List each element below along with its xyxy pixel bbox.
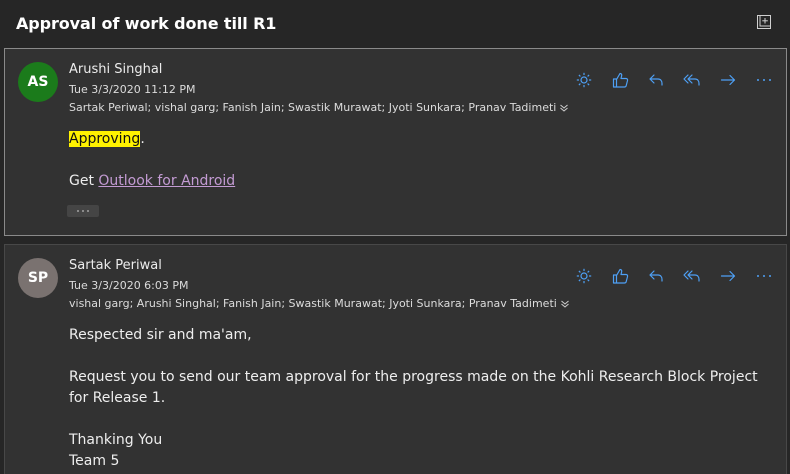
like-icon[interactable] [602, 265, 638, 287]
recipients-list[interactable]: Sartak Periwal; vishal garg; Fanish Jain… [69, 101, 569, 114]
like-icon[interactable] [602, 69, 638, 91]
chevron-down-icon[interactable] [560, 299, 570, 309]
body-punctuation: . [140, 131, 145, 147]
outlook-android-link[interactable]: Outlook for Android [98, 173, 235, 189]
message-body: Respected sir and ma'am, Request you to … [69, 325, 759, 472]
more-icon[interactable] [746, 265, 782, 287]
message-actions [566, 265, 782, 287]
recipients-list[interactable]: vishal garg; Arushi Singhal; Fanish Jain… [69, 297, 570, 310]
sun-icon[interactable] [566, 265, 602, 287]
body-line: Approving. [69, 129, 235, 150]
highlighted-text: Approving [69, 131, 141, 147]
message-actions [566, 69, 782, 91]
reply-all-icon[interactable] [674, 265, 710, 287]
more-icon[interactable] [746, 69, 782, 91]
reply-icon[interactable] [638, 265, 674, 287]
message-card[interactable]: SP Sartak Periwal Tue 3/3/2020 6:03 PM v… [4, 244, 787, 474]
recipients-text: vishal garg; Arushi Singhal; Fanish Jain… [69, 297, 557, 310]
team-signature: Team 5 [69, 453, 120, 469]
show-more-button[interactable] [67, 205, 99, 217]
chevron-down-icon[interactable] [559, 103, 569, 113]
forward-icon[interactable] [710, 69, 746, 91]
message-date: Tue 3/3/2020 11:12 PM [69, 83, 196, 96]
thread-title: Approval of work done till R1 [16, 14, 277, 33]
avatar[interactable]: AS [18, 62, 58, 102]
greeting-line: Respected sir and ma'am, [69, 327, 252, 343]
signature-prefix: Get [69, 173, 99, 189]
thread-header: Approval of work done till R1 [0, 0, 790, 48]
sun-icon[interactable] [566, 69, 602, 91]
recipients-text: Sartak Periwal; vishal garg; Fanish Jain… [69, 101, 557, 114]
sender-name[interactable]: Arushi Singhal [69, 62, 162, 77]
message-body: Approving. Get Outlook for Android [69, 129, 235, 192]
reply-icon[interactable] [638, 69, 674, 91]
sender-name[interactable]: Sartak Periwal [69, 258, 162, 273]
signature-line: Get Outlook for Android [69, 171, 235, 192]
request-paragraph: Request you to send our team approval fo… [69, 369, 758, 406]
reply-all-icon[interactable] [674, 69, 710, 91]
forward-icon[interactable] [710, 265, 746, 287]
message-date: Tue 3/3/2020 6:03 PM [69, 279, 189, 292]
expand-window-icon[interactable] [756, 14, 772, 30]
message-card[interactable]: AS Arushi Singhal Tue 3/3/2020 11:12 PM … [4, 48, 787, 236]
avatar[interactable]: SP [18, 258, 58, 298]
closing-line: Thanking You [69, 432, 163, 448]
